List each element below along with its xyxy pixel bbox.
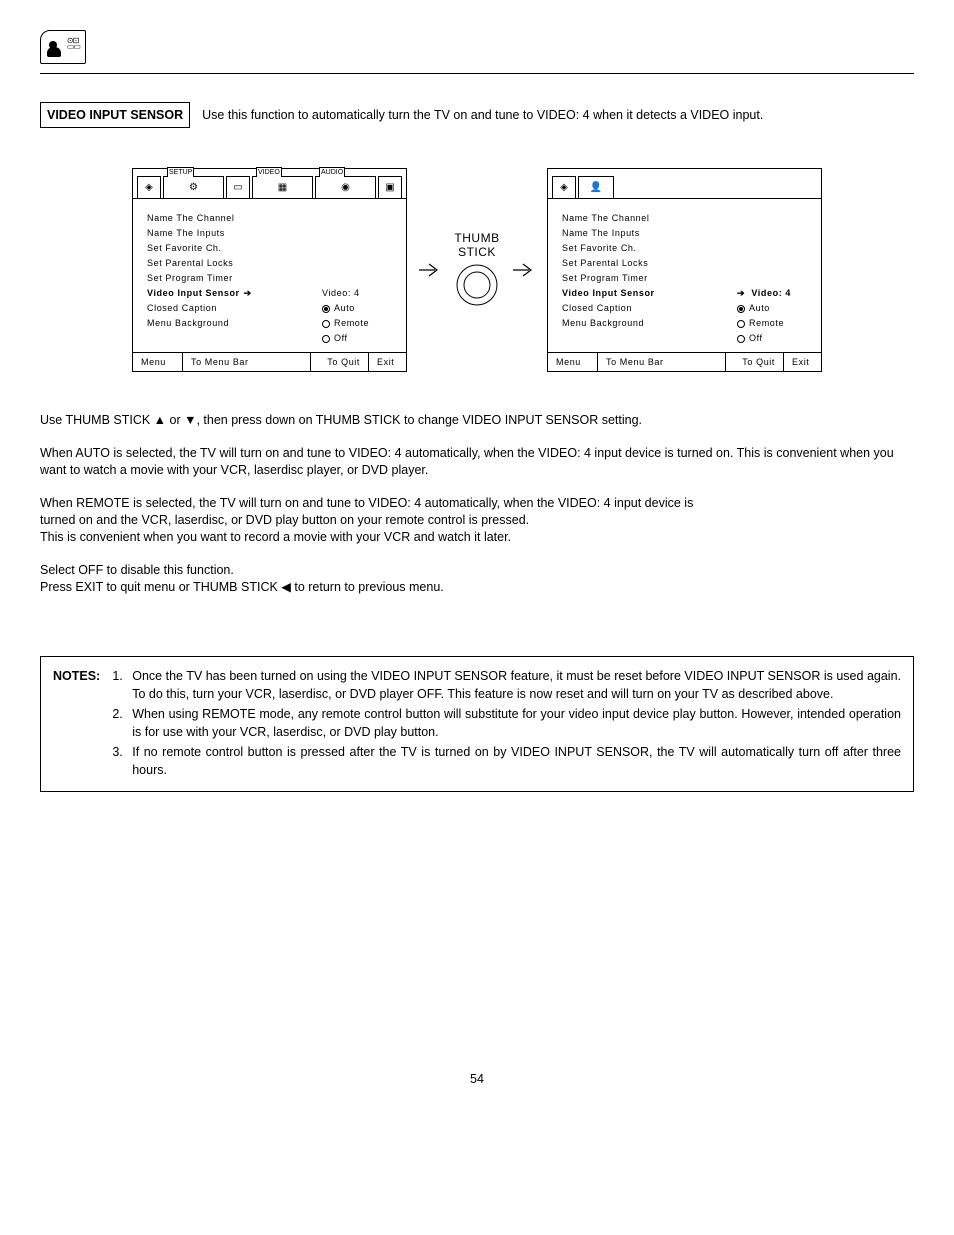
tab-bar: ◈ SETUP⚙ ▭ VIDEO▦ AUDIO◉ ▣ — [133, 169, 406, 199]
tab-icon-2: ▭ — [226, 176, 250, 198]
arrow-right-icon: ➔ — [244, 288, 252, 298]
tab-icon: ◈ — [137, 176, 161, 198]
footer-toquit: To Quit — [310, 353, 368, 371]
value-label: Video: 4 — [751, 288, 791, 298]
arrow-right-icon — [509, 260, 539, 280]
footer-menu: Menu — [133, 353, 183, 371]
menu-footer: Menu To Menu Bar To Quit Exit — [133, 352, 406, 371]
diagram-row: ◈ SETUP⚙ ▭ VIDEO▦ AUDIO◉ ▣ Name The Chan… — [40, 168, 914, 372]
tab-audio: AUDIO◉ — [315, 176, 376, 198]
body-p1: Use THUMB STICK ▲ or ▼, then press down … — [40, 412, 914, 429]
footer-menu: Menu — [548, 353, 598, 371]
thumb-label-2: STICK — [453, 245, 501, 259]
menu-panel-left: ◈ SETUP⚙ ▭ VIDEO▦ AUDIO◉ ▣ Name The Chan… — [132, 168, 407, 372]
menu-body: Name The Channel Name The Inputs Set Fav… — [548, 199, 821, 352]
menu-item: Menu Background — [562, 316, 644, 331]
menu-item: Set Program Timer — [147, 271, 233, 286]
note-item: When using REMOTE mode, any remote contr… — [126, 705, 901, 741]
menu-item: Set Parental Locks — [562, 256, 648, 271]
menu-panel-right: ◈ 👤 Name The Channel Name The Inputs Set… — [547, 168, 822, 372]
menu-item: Name The Channel — [562, 211, 649, 226]
tab-bar: ◈ 👤 — [548, 169, 821, 199]
menu-item-selected: Video Input Sensor — [562, 286, 655, 301]
tab-setup: SETUP⚙ — [163, 176, 224, 198]
arrow-right-icon — [415, 260, 445, 280]
radio-empty-icon — [737, 335, 745, 343]
thumb-stick: THUMB STICK — [453, 231, 501, 309]
menu-item: Closed Caption — [562, 301, 632, 316]
menu-item: Set Favorite Ch. — [147, 241, 222, 256]
section-title: VIDEO INPUT SENSOR — [40, 102, 190, 128]
radio-filled-icon — [322, 305, 330, 313]
tab-icon-3: ▣ — [378, 176, 402, 198]
section-intro: Use this function to automatically turn … — [202, 108, 763, 122]
note-item: Once the TV has been turned on using the… — [126, 667, 901, 703]
menu-item: Menu Background — [147, 316, 229, 331]
menu-item: Name The Inputs — [562, 226, 640, 241]
thumb-stick-icon — [453, 261, 501, 309]
radio-filled-icon — [737, 305, 745, 313]
arrow-right-icon: ➔ — [737, 288, 745, 298]
menu-item: Closed Caption — [147, 301, 217, 316]
page-number: 54 — [40, 1072, 914, 1086]
notes-box: NOTES: Once the TV has been turned on us… — [40, 656, 914, 792]
menu-item: Name The Channel — [147, 211, 234, 226]
menu-body: Name The Channel Name The Inputs Set Fav… — [133, 199, 406, 352]
notes-label: NOTES: — [53, 667, 100, 781]
menu-item-selected: Video Input Sensor — [147, 288, 240, 298]
radio-empty-icon — [737, 320, 745, 328]
footer-tomenu: To Menu Bar — [598, 353, 725, 371]
footer-tomenu: To Menu Bar — [183, 353, 310, 371]
person-av-icon: ⊙⊡▭▭ — [40, 30, 86, 64]
body-p4: Select OFF to disable this function. Pre… — [40, 562, 914, 596]
footer-toquit: To Quit — [725, 353, 783, 371]
tab-icon: ◈ — [552, 176, 576, 198]
page-header: ⊙⊡▭▭ — [40, 30, 914, 74]
radio-empty-icon — [322, 335, 330, 343]
tab-person: 👤 — [578, 176, 614, 198]
menu-item: Set Parental Locks — [147, 256, 233, 271]
notes-list: Once the TV has been turned on using the… — [106, 667, 901, 781]
tab-video: VIDEO▦ — [252, 176, 313, 198]
note-item: If no remote control button is pressed a… — [126, 743, 901, 779]
footer-exit: Exit — [783, 353, 821, 371]
footer-exit: Exit — [368, 353, 406, 371]
body-p2: When AUTO is selected, the TV will turn … — [40, 445, 914, 479]
menu-footer: Menu To Menu Bar To Quit Exit — [548, 352, 821, 371]
menu-item: Set Favorite Ch. — [562, 241, 637, 256]
menu-item: Name The Inputs — [147, 226, 225, 241]
section-header: VIDEO INPUT SENSOR Use this function to … — [40, 102, 914, 128]
thumb-label-1: THUMB — [453, 231, 501, 245]
radio-empty-icon — [322, 320, 330, 328]
body-p3: When REMOTE is selected, the TV will tur… — [40, 495, 914, 546]
menu-item: Set Program Timer — [562, 271, 648, 286]
value-label: Video: 4 — [322, 286, 392, 301]
